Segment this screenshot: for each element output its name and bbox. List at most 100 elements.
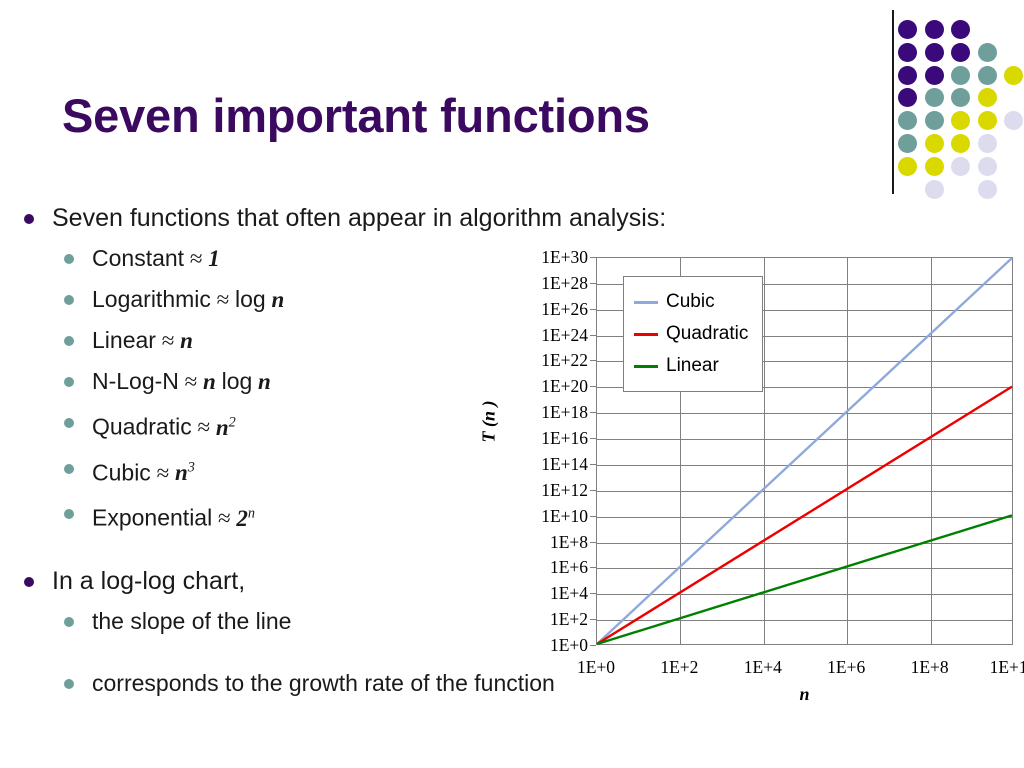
- page-title: Seven important functions: [62, 89, 650, 142]
- y-tick-label: 1E+6: [549, 557, 588, 578]
- logo-dot: [924, 111, 944, 131]
- list-item-function-linear: Linear ≈ n: [10, 320, 530, 361]
- y-tick-label: 1E+26: [541, 298, 588, 319]
- bullet-marker-level2: [64, 678, 74, 689]
- y-tick-label: 1E+10: [541, 505, 588, 526]
- legend-swatch-linear: [634, 364, 658, 368]
- legend-swatch-quadratic: [634, 332, 658, 336]
- list-item-loglog-sub1: the slope of the line: [10, 601, 530, 641]
- logo-dot: [951, 42, 970, 62]
- x-tick-label: 1E+8: [910, 657, 949, 677]
- legend-label: Quadratic: [666, 323, 749, 344]
- y-axis-tick: [590, 645, 596, 646]
- logo-dot: [977, 179, 997, 199]
- list-item-loglog-heading: In a log-log chart,: [10, 561, 530, 601]
- list-item-function-exponential: Exponential ≈ 2n: [10, 493, 530, 539]
- x-tick-label: 1E+6: [827, 657, 866, 677]
- legend-swatch-cubic: [634, 300, 658, 304]
- y-tick-label: 1E+16: [541, 428, 588, 449]
- y-tick-label: 1E+22: [541, 350, 588, 371]
- approx-sign: ≈: [184, 246, 209, 271]
- list-item-loglog-sub2: corresponds to the growth rate of the fu…: [10, 663, 555, 703]
- legend-label: Linear: [666, 355, 719, 376]
- legend-item-quadratic: Quadratic: [634, 318, 748, 350]
- logo-dot: [951, 134, 970, 153]
- approx-sign: ≈: [212, 505, 237, 531]
- list-item-function-n-log-n: N-Log-N ≈ n log n: [10, 361, 530, 402]
- function-expression: n: [180, 328, 193, 353]
- bullet-marker-level2: [64, 509, 74, 520]
- legend-item-cubic: Cubic: [634, 286, 748, 318]
- y-tick-label: 1E+0: [549, 635, 588, 655]
- y-tick-label: 1E+4: [549, 583, 588, 604]
- series-line-linear: [596, 514, 1013, 646]
- y-tick-label: 1E+12: [541, 479, 588, 500]
- plot-area: Cubic Quadratic Linear: [596, 257, 1013, 646]
- logo-dot: [898, 156, 917, 176]
- logo-dot: [977, 65, 997, 85]
- logo-dot: [898, 88, 917, 108]
- function-expression: 1: [208, 246, 220, 271]
- function-name: Cubic: [92, 459, 151, 486]
- logo-dot: [977, 111, 997, 131]
- bullet-marker-level2: [64, 418, 74, 428]
- logo-dot: [1004, 65, 1023, 85]
- function-name: Logarithmic: [92, 286, 211, 312]
- approx-sign: ≈: [191, 414, 216, 440]
- logo-dot: [898, 134, 917, 153]
- x-tick-label: 1E+0: [576, 657, 616, 677]
- function-expression: n2: [215, 414, 236, 440]
- logo-dot: [977, 134, 997, 153]
- logo-dot: [951, 156, 970, 176]
- logo-dot: [924, 88, 944, 108]
- y-tick-label: 1E+2: [549, 609, 588, 630]
- function-exponent: n: [247, 505, 255, 522]
- function-name: N-Log-N: [92, 368, 179, 394]
- function-exponent: 3: [187, 459, 195, 476]
- function-name: Exponential: [92, 504, 213, 531]
- x-tick-label: 1E+2: [660, 657, 699, 677]
- x-axis-label: n: [799, 684, 810, 704]
- logo-dot: [924, 156, 944, 176]
- logo-dot: [977, 42, 997, 62]
- y-tick-label: 1E+18: [541, 402, 588, 423]
- approx-sign: ≈: [150, 460, 175, 486]
- logo-dot: [924, 134, 944, 153]
- bullet-marker-level2: [64, 616, 74, 627]
- function-expression: 2n: [236, 505, 255, 531]
- y-tick-label: 1E+14: [541, 453, 588, 474]
- logo-dot: [951, 111, 970, 131]
- logo-dot: [924, 179, 944, 199]
- function-list: Constant ≈ 1 Logarithmic ≈ log n Linear ≈ …: [10, 238, 530, 539]
- logo-dot: [898, 20, 917, 39]
- approx-sign: ≈: [155, 328, 181, 353]
- logo-dot: [898, 42, 917, 62]
- function-expression: n log n: [203, 368, 271, 394]
- bullet-marker-level2: [64, 463, 74, 474]
- logo-dot: [977, 156, 997, 176]
- logo-dot: [951, 20, 970, 39]
- y-tick-label: 1E+30: [541, 247, 588, 267]
- bullet-marker-level2: [64, 377, 74, 387]
- approx-sign: ≈: [210, 287, 236, 312]
- series-line-quadratic: [596, 385, 1013, 646]
- logo-vertical-rule: [892, 10, 894, 194]
- list-item-function-logarithmic: Logarithmic ≈ log n: [10, 279, 530, 320]
- x-tick-label: 1E+10: [989, 657, 1024, 677]
- list-item-function-constant: Constant ≈ 1: [10, 238, 530, 279]
- logo-dot: [924, 42, 944, 62]
- logo-dot: [898, 65, 917, 85]
- function-exponent: 2: [228, 414, 236, 430]
- intro-text: Seven functions that often appear in alg…: [52, 204, 667, 232]
- bullet-marker-level1: [24, 576, 34, 587]
- bullet-marker-level1: [24, 214, 34, 224]
- y-tick-label: 1E+28: [541, 272, 588, 293]
- function-expression: log n: [235, 286, 285, 312]
- y-tick-label: 1E+20: [541, 376, 588, 397]
- bullet-marker-level2: [64, 254, 74, 264]
- logo-dot: [924, 65, 944, 85]
- list-item-intro: Seven functions that often appear in alg…: [10, 198, 666, 238]
- loglog-heading-text: In a log-log chart,: [52, 566, 246, 595]
